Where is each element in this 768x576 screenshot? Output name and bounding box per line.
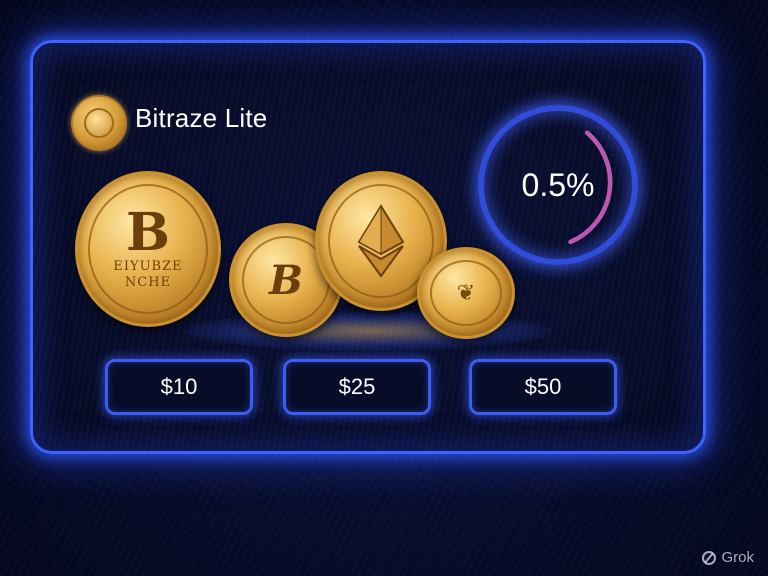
brand-logo-icon	[71, 95, 127, 151]
feather-icon: ❦	[456, 280, 476, 306]
bitraze-coin-icon: B EIYUBZE NCHE	[75, 171, 221, 327]
amount-10-button[interactable]: $10	[105, 359, 253, 415]
coin-text-line1: EIYUBZE	[113, 259, 183, 275]
grok-logo-icon	[702, 550, 717, 565]
small-coin-icon: ❦	[417, 247, 515, 339]
main-card: Bitraze Lite 0.5% B EIYUBZE NCHE B ❦ $10…	[30, 40, 706, 454]
watermark-label: Grok	[721, 549, 754, 566]
amount-50-button[interactable]: $50	[469, 359, 617, 415]
app-screen: Bitraze Lite 0.5% B EIYUBZE NCHE B ❦ $10…	[0, 0, 768, 576]
brand-title: Bitraze Lite	[135, 103, 268, 133]
ethereum-logo-icon	[357, 204, 405, 278]
rate-percentage: 0.5%	[521, 166, 595, 203]
watermark: Grok	[702, 549, 754, 566]
coin-text-line2: NCHE	[124, 275, 172, 290]
secondary-coin-glyph: B	[269, 256, 303, 304]
amount-25-button[interactable]: $25	[283, 359, 431, 415]
coin-glyph: B	[126, 202, 170, 264]
